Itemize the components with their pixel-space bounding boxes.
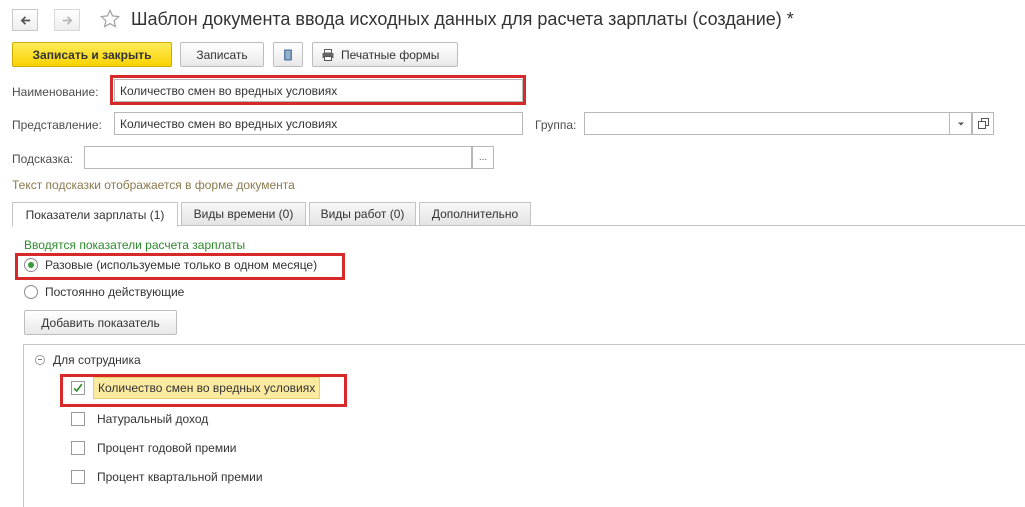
representation-label: Представление: (12, 118, 102, 132)
representation-field[interactable]: Количество смен во вредных условиях (114, 112, 523, 135)
radio-permanent[interactable]: Постоянно действующие (24, 285, 184, 299)
checkbox[interactable] (71, 441, 85, 455)
arrow-right-icon (62, 15, 72, 25)
chevron-down-icon (957, 122, 964, 125)
group-label: Группа: (535, 118, 577, 132)
collapse-icon[interactable] (35, 355, 45, 365)
document-list-icon (284, 49, 292, 60)
tree-item-label: Натуральный доход (97, 412, 209, 426)
hint-label: Подсказка: (12, 152, 74, 166)
group-field[interactable] (584, 112, 950, 135)
printer-icon (322, 48, 334, 61)
hint-select-button[interactable]: ... (472, 146, 494, 169)
checkbox[interactable] (71, 412, 85, 426)
save-button[interactable]: Записать (180, 42, 264, 67)
arrow-left-icon (20, 15, 30, 25)
tab-work-types[interactable]: Виды работ (0) (309, 202, 416, 226)
document-list-button[interactable] (273, 42, 303, 67)
group-dropdown-button[interactable] (950, 112, 972, 135)
tree-item-label: Процент годовой премии (97, 441, 237, 455)
hint-note: Текст подсказки отображается в форме док… (12, 178, 295, 192)
group-open-button[interactable] (972, 112, 994, 135)
add-indicator-button[interactable]: Добавить показатель (24, 310, 177, 335)
save-and-close-button[interactable]: Записать и закрыть (12, 42, 172, 67)
forward-button[interactable] (54, 9, 80, 31)
back-button[interactable] (12, 9, 38, 31)
tab-additional[interactable]: Дополнительно (419, 202, 531, 226)
open-window-icon (977, 118, 989, 129)
checkbox[interactable] (71, 470, 85, 484)
highlight-name (110, 75, 526, 105)
tree-item[interactable]: Процент квартальной премии (71, 470, 263, 484)
print-forms-button[interactable]: Печатные формы (312, 42, 458, 67)
star-icon[interactable] (99, 8, 121, 30)
tree-item-label: Процент квартальной премии (97, 470, 263, 484)
print-forms-label: Печатные формы (341, 47, 440, 62)
hint-field[interactable] (84, 146, 472, 169)
highlight-tree-item (60, 374, 347, 407)
indicators-group-title: Вводятся показатели расчета зарплаты (24, 238, 246, 252)
tab-salary-indicators[interactable]: Показатели зарплаты (1) (12, 202, 178, 227)
window-title: Шаблон документа ввода исходных данных д… (131, 9, 794, 29)
tree-group-label: Для сотрудника (53, 353, 141, 367)
name-label: Наименование: (12, 85, 99, 99)
radio-button[interactable] (24, 285, 38, 299)
tree-group-employee[interactable]: Для сотрудника (35, 353, 141, 367)
tab-time-types[interactable]: Виды времени (0) (181, 202, 306, 226)
tree-item[interactable]: Процент годовой премии (71, 441, 237, 455)
radio-permanent-label: Постоянно действующие (45, 285, 185, 299)
highlight-one-time (15, 253, 345, 280)
tree-item[interactable]: Натуральный доход (71, 412, 208, 426)
